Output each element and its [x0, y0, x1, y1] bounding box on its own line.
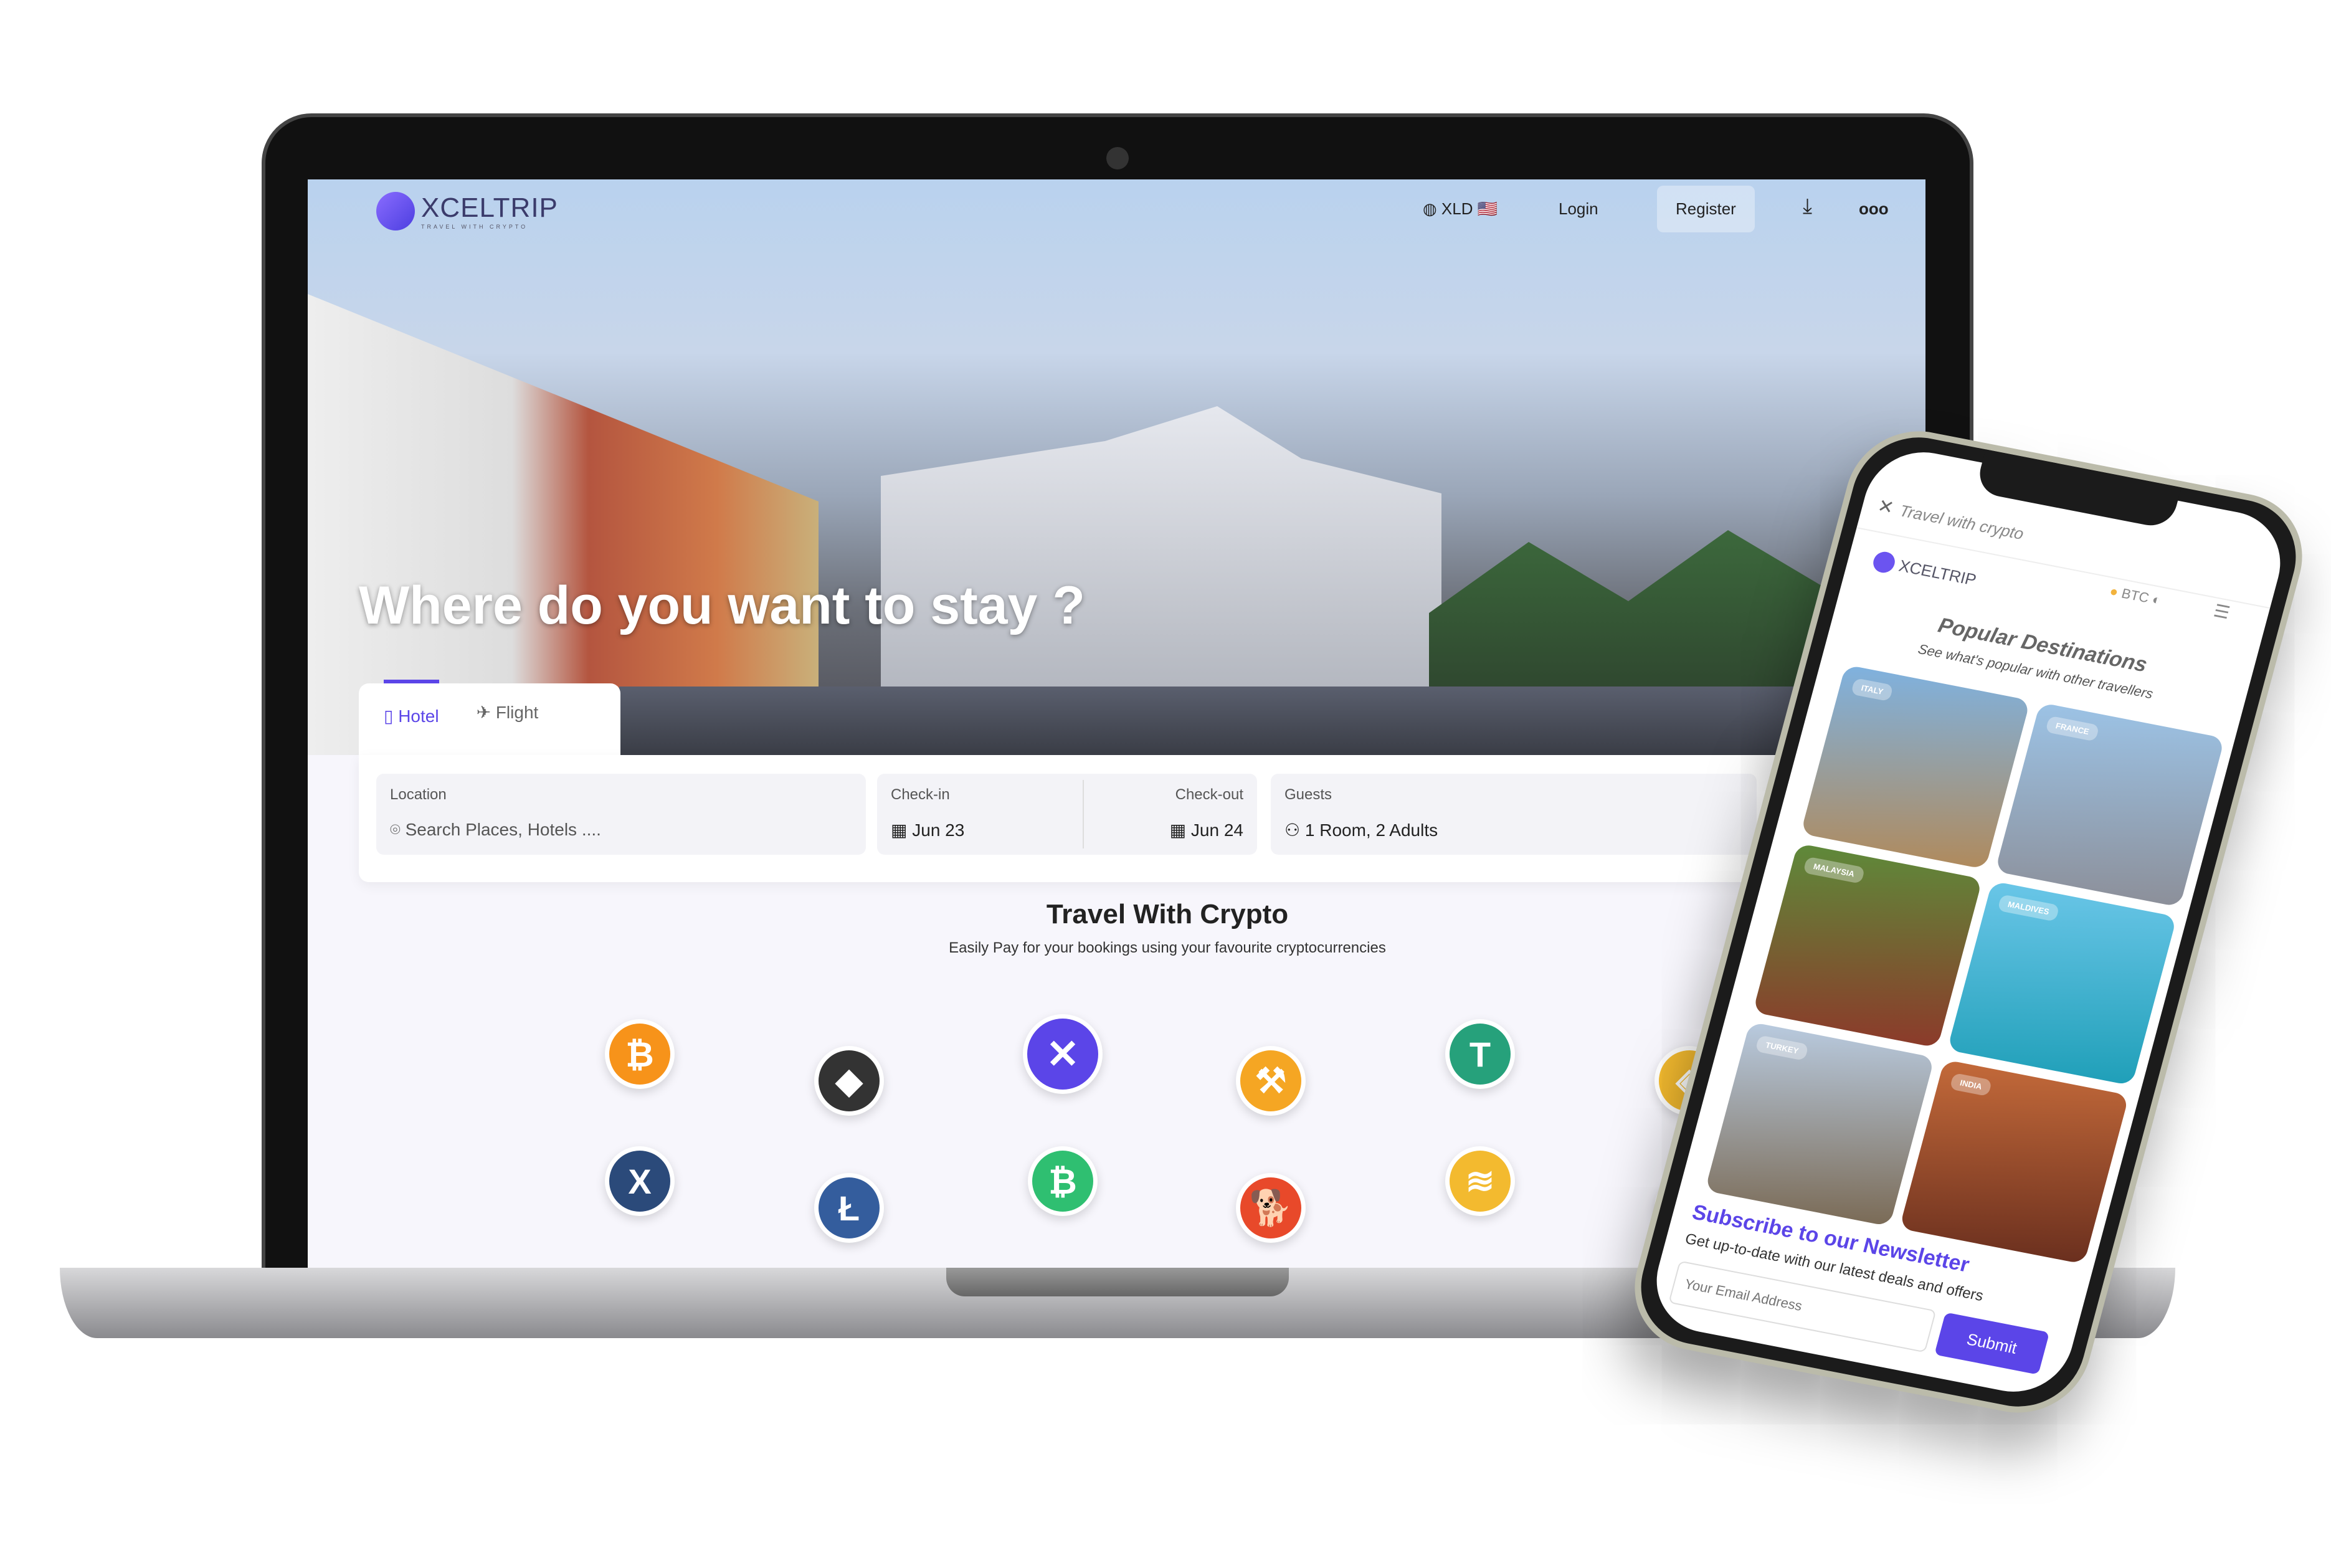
busd-coin-icon: ≋: [1445, 1146, 1515, 1216]
logo-icon: [1871, 549, 1897, 575]
destination-card[interactable]: ITALY: [1800, 664, 2031, 870]
coin-glyph: ₿: [1032, 1151, 1093, 1212]
divider: [1083, 780, 1084, 848]
crypto-section-subtitle: Easily Pay for your bookings using your …: [949, 939, 1386, 956]
destination-card[interactable]: MALDIVES: [1947, 881, 2177, 1086]
coin-glyph: Ł: [819, 1177, 880, 1238]
hammer-token-coin-icon: ⚒: [1236, 1046, 1306, 1116]
destination-card[interactable]: TURKEY: [1704, 1022, 1935, 1227]
us-flag-icon: ◐: [2150, 591, 2163, 608]
phone-brand-logo[interactable]: XCELTRIP: [1871, 549, 1978, 591]
search-tabs: ▯ Hotel ✈ Flight: [359, 680, 620, 758]
coin-glyph: ◆: [819, 1050, 880, 1111]
hero-image: [308, 179, 1925, 755]
pin-icon: ⌾: [390, 820, 401, 839]
checkout-field[interactable]: Check-out ▦ Jun 24: [1170, 786, 1243, 840]
logo-icon: [376, 192, 415, 230]
coin-glyph: ✕: [1027, 1019, 1098, 1090]
coin-icon: ◍: [1423, 199, 1437, 218]
litecoin-coin-icon: Ł: [814, 1173, 884, 1243]
webcam: [1106, 147, 1129, 169]
destination-label: ITALY: [1850, 678, 1894, 702]
search-form: Location ⌾ Search Places, Hotels .... Ch…: [359, 755, 1891, 882]
ethereum-coin-icon: ◆: [814, 1046, 884, 1116]
tether-coin-icon: T: [1445, 1019, 1515, 1089]
date-field[interactable]: Check-in ▦ Jun 23 Check-out ▦ Jun 24: [877, 774, 1257, 855]
download-icon[interactable]: ⤓: [1803, 194, 1812, 219]
phone-currency-selector[interactable]: ● BTC ◐: [2108, 583, 2163, 609]
destination-card[interactable]: MALAYSIA: [1752, 843, 1983, 1048]
destination-card[interactable]: INDIA: [1899, 1059, 2129, 1265]
coin-glyph: T: [1450, 1024, 1511, 1085]
destination-label: MALDIVES: [1997, 894, 2060, 922]
destination-grid: ITALY FRANCE MALAYSIA MALDIVES TURKEY INDIA: [1704, 664, 2225, 1265]
destination-card[interactable]: FRANCE: [1995, 702, 2225, 908]
login-link[interactable]: Login: [1559, 199, 1598, 219]
tab-flight[interactable]: ✈ Flight: [477, 702, 539, 739]
destination-label: INDIA: [1949, 1072, 1993, 1097]
browser-tab-title: Travel with crypto: [1897, 501, 2026, 543]
x-coin-coin-icon: X: [605, 1146, 675, 1216]
hero-headline: Where do you want to stay ?: [359, 576, 1085, 635]
us-flag-icon: 🇺🇸: [1477, 199, 1498, 218]
destination-label: TURKEY: [1755, 1035, 1810, 1061]
hotel-icon: ▯: [384, 706, 394, 726]
more-icon[interactable]: ooo: [1859, 199, 1889, 219]
bitcoin-coin-icon: ₿: [605, 1019, 675, 1089]
location-field[interactable]: Location ⌾ Search Places, Hotels ....: [376, 774, 866, 855]
brand-logo[interactable]: XCELTRIP TRAVEL WITH CRYPTO: [376, 192, 558, 230]
coin-glyph: ₿: [609, 1024, 670, 1085]
newsletter-submit-button[interactable]: Submit: [1934, 1312, 2050, 1375]
coin-glyph: ⚒: [1240, 1050, 1301, 1111]
checkin-field[interactable]: Check-in ▦ Jun 23: [891, 786, 964, 840]
destination-label: MALAYSIA: [1803, 856, 1866, 884]
xceltoken-coin-icon: ✕: [1023, 1014, 1103, 1094]
user-icon: ⚇: [1284, 820, 1301, 840]
crypto-section-title: Travel With Crypto: [1046, 899, 1289, 929]
coin-glyph: X: [609, 1151, 670, 1212]
bitcoin-icon: ●: [2107, 582, 2120, 600]
calendar-icon: ▦: [891, 820, 908, 840]
bitcoin-cash-coin-icon: ₿: [1028, 1146, 1098, 1216]
close-icon[interactable]: ✕: [1875, 495, 1896, 520]
coin-glyph: 🐕: [1240, 1177, 1301, 1238]
currency-selector[interactable]: ◍ XLD 🇺🇸: [1423, 199, 1498, 219]
register-button[interactable]: Register: [1657, 186, 1755, 232]
coin-glyph: ≋: [1450, 1151, 1511, 1212]
shiba-coin-icon: 🐕: [1236, 1173, 1306, 1243]
tab-hotel[interactable]: ▯ Hotel: [384, 680, 439, 739]
calendar-icon: ▦: [1169, 820, 1187, 840]
laptop-hinge-notch: [946, 1268, 1289, 1296]
plane-icon: ✈: [476, 703, 491, 722]
destination-label: FRANCE: [2045, 715, 2100, 742]
menu-icon[interactable]: ☰: [2211, 601, 2232, 624]
guests-field[interactable]: Guests ⚇ 1 Room, 2 Adults: [1271, 774, 1757, 855]
